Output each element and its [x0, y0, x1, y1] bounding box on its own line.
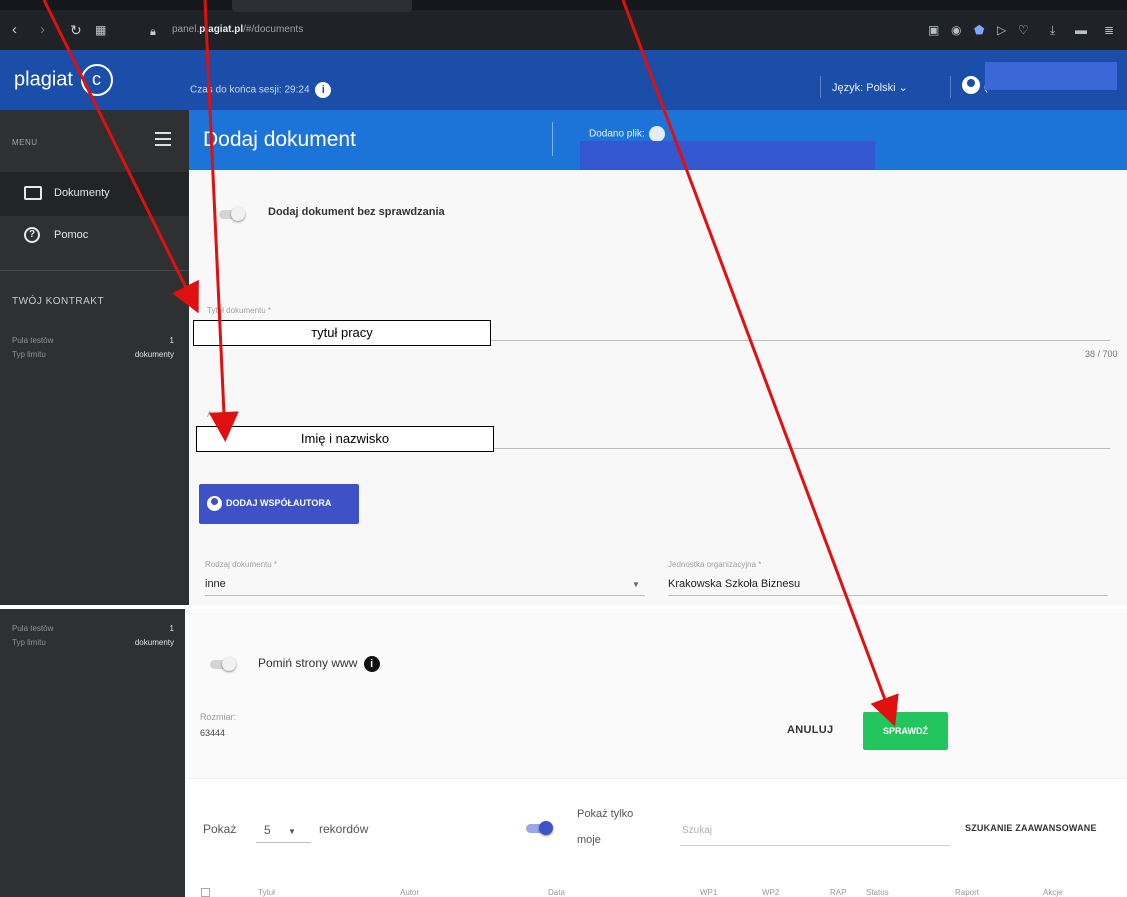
page-size-underline	[256, 842, 311, 843]
sidebar-item-label: Dokumenty	[54, 187, 110, 199]
redaction-box	[580, 141, 875, 171]
column-header-report[interactable]: Raport	[955, 888, 979, 897]
tests-pool-row: Pula testów 1	[12, 336, 174, 345]
browser-tab-strip	[0, 0, 1127, 10]
lock-icon: 🔒︎	[150, 26, 156, 38]
records-panel	[189, 778, 1127, 897]
doc-type-select[interactable]: inne	[205, 578, 226, 590]
menu-icon[interactable]: ≣	[1104, 23, 1114, 37]
sidebar-item-label: Pomoc	[54, 229, 89, 241]
plagiat-logo[interactable]: plagiat c	[14, 64, 113, 96]
only-mine-label: Pokaż tylko	[577, 808, 634, 820]
records-label: rekordów	[319, 822, 369, 836]
advanced-search-button[interactable]: SZUKANIE ZAAWANSOWANE	[965, 823, 1097, 833]
doc-type-label: Rodzaj dokumentu *	[205, 560, 278, 569]
sidebar-item-documents[interactable]: Dokumenty	[0, 172, 189, 216]
cancel-button[interactable]: ANULUJ	[787, 724, 833, 736]
page-size-select[interactable]: 5 ▼	[264, 823, 296, 837]
battery-icon[interactable]: ▬	[1075, 23, 1087, 37]
account-icon	[207, 496, 222, 511]
form-panel	[189, 170, 1127, 605]
reader-icon[interactable]: ▣	[928, 23, 939, 37]
account-icon[interactable]	[962, 76, 980, 94]
header-divider	[552, 122, 553, 156]
title-char-counter: 38 / 700	[1085, 349, 1118, 359]
column-header-status[interactable]: Status	[866, 888, 889, 897]
skip-www-toggle-label: Pomiń strony www i	[258, 656, 380, 672]
contract-title: TWÓJ KONTRAKT	[12, 296, 105, 307]
org-unit-underline	[668, 595, 1108, 596]
no-check-toggle-label: Dodaj dokument bez sprawdzania	[268, 206, 445, 218]
hamburger-icon[interactable]	[155, 132, 171, 146]
browser-active-tab[interactable]	[232, 0, 412, 12]
select-all-checkbox[interactable]	[201, 888, 210, 897]
language-selector[interactable]: Język: Polski ⌄	[832, 81, 908, 94]
add-coauthor-label: DODAJ WSPÓŁAUTORA	[226, 498, 332, 508]
org-unit-select[interactable]: Krakowska Szkoła Biznesu	[668, 578, 800, 590]
heart-icon[interactable]: ♡	[1018, 23, 1029, 37]
column-header-title[interactable]: Tytuł	[258, 888, 275, 897]
folder-icon	[24, 186, 42, 200]
limit-type-row: Typ limitu dokumenty	[12, 638, 174, 647]
size-value: 63444	[200, 728, 226, 738]
header-divider	[820, 76, 821, 98]
reload-icon[interactable]: ↻	[70, 21, 82, 39]
column-header-actions[interactable]: Akcje	[1043, 888, 1063, 897]
session-timer: Czas do końca sesji: 29:24 i	[190, 82, 332, 98]
column-header-date[interactable]: Data	[548, 888, 565, 897]
address-bar[interactable]: panel.plagiat.pl/#/documents	[172, 24, 303, 35]
chevron-down-icon: ⌄	[898, 82, 908, 94]
search-input[interactable]: Szukaj	[682, 825, 712, 836]
search-underline	[680, 845, 950, 846]
column-header-wp1[interactable]: WP1	[700, 888, 717, 897]
shield-icon[interactable]: ⬟	[974, 23, 984, 37]
send-icon[interactable]: ▷	[997, 23, 1006, 37]
dropdown-arrow-icon: ▼	[288, 827, 296, 836]
show-label: Pokaż	[203, 822, 237, 836]
sidebar-divider	[0, 270, 189, 271]
sidebar: MENU Dokumenty ? Pomoc TWÓJ KONTRAKT Pul…	[0, 110, 189, 605]
column-header-rap[interactable]: RAP	[830, 888, 846, 897]
no-check-toggle[interactable]	[219, 207, 245, 221]
tabs-grid-icon[interactable]: ▦	[95, 21, 106, 39]
back-icon[interactable]: ‹	[12, 21, 17, 39]
download-icon[interactable]: ⤓	[1050, 23, 1055, 38]
author-input[interactable]: Imię i nazwisko	[196, 426, 494, 452]
added-file-label: Dodano plik:	[589, 126, 665, 142]
tests-pool-row: Pula testów 1	[12, 624, 174, 633]
forward-icon[interactable]: ›	[40, 21, 45, 39]
check-button[interactable]: SPRAWDŹ	[863, 712, 948, 750]
dropdown-arrow-icon[interactable]: ▼	[632, 580, 640, 589]
org-unit-label: Jednostka organizacyjna *	[668, 560, 762, 569]
column-header-author[interactable]: Autor	[400, 888, 419, 897]
skip-www-toggle[interactable]	[210, 657, 236, 671]
page-title: Dodaj dokument	[203, 128, 356, 151]
title-field-label: Tytuł dokumentu *	[207, 306, 272, 315]
column-header-wp2[interactable]: WP2	[762, 888, 779, 897]
header-divider	[950, 76, 951, 98]
info-icon[interactable]: i	[363, 656, 380, 672]
add-coauthor-button[interactable]: DODAJ WSPÓŁAUTORA	[199, 484, 359, 524]
app-header: plagiat c Czas do końca sesji: 29:24 i J…	[0, 50, 1127, 110]
only-mine-label: moje	[577, 834, 601, 846]
camera-icon[interactable]: ◉	[951, 23, 961, 37]
title-input[interactable]: тytuł pracy	[193, 320, 491, 346]
file-status-icon	[648, 126, 665, 142]
author-field-label: Autor	[207, 410, 227, 419]
menu-label: MENU	[12, 138, 38, 147]
help-icon: ?	[24, 227, 40, 243]
size-label: Rozmiar:	[200, 712, 237, 722]
redaction-box	[985, 62, 1117, 90]
sidebar-item-help[interactable]: ? Pomoc	[0, 214, 189, 258]
limit-type-row: Typ limitu dokumenty	[12, 350, 174, 359]
sidebar: Pula testów 1 Typ limitu dokumenty	[0, 609, 185, 897]
only-mine-toggle[interactable]	[526, 821, 553, 835]
doc-type-underline	[205, 595, 645, 596]
info-icon[interactable]: i	[315, 82, 332, 98]
browser-toolbar: ‹ › ↻ ▦ 🔒︎ panel.plagiat.pl/#/documents …	[0, 0, 1127, 50]
